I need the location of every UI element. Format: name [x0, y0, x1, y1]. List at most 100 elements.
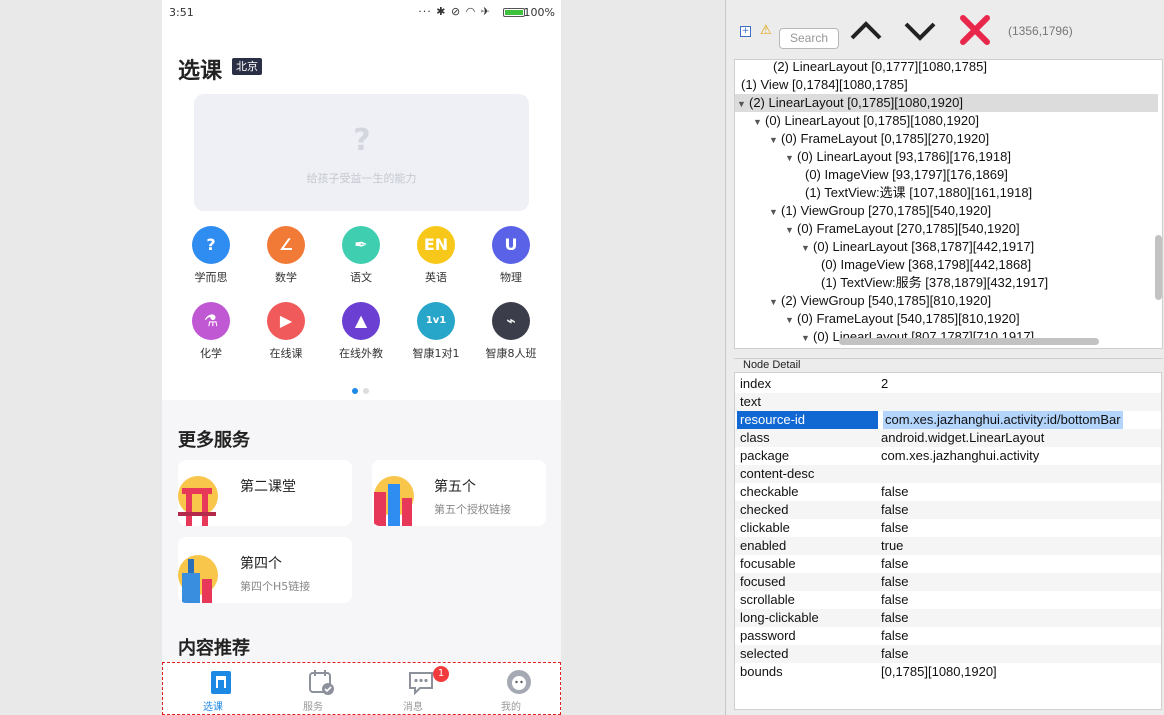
- tree-node-label: (1) TextView:选课 [107,1880][161,1918]: [805, 185, 1033, 200]
- category-item[interactable]: 1v1 智康1对1: [401, 302, 471, 361]
- disclosure-triangle-icon[interactable]: ▼: [801, 239, 813, 257]
- status-icons: ··· ✱ ⊘ ◠ ✈: [418, 5, 491, 18]
- tree-node[interactable]: (1) View [0,1784][1080,1785]: [735, 76, 1158, 94]
- detail-row-long-clickable[interactable]: long-clickable false: [735, 609, 1161, 627]
- service-card-fifth[interactable]: 第五个 第五个授权链接: [372, 460, 546, 526]
- category-label: 在线课: [269, 347, 303, 360]
- detail-row-enabled[interactable]: enabled true: [735, 537, 1161, 555]
- disclosure-triangle-icon[interactable]: ▼: [801, 329, 813, 347]
- panel-divider[interactable]: [725, 0, 726, 715]
- device-screen: 3:51 ··· ✱ ⊘ ◠ ✈ 100% 选课 北京 ? 给孩子受益一生的能力…: [162, 0, 561, 715]
- banner-placeholder[interactable]: ? 给孩子受益一生的能力: [194, 94, 529, 211]
- disclosure-triangle-icon[interactable]: ▼: [769, 293, 781, 311]
- tree-node-label: (1) TextView:服务 [378,1879][432,1917]: [821, 275, 1049, 290]
- detail-row-package[interactable]: package com.xes.jazhanghui.activity: [735, 447, 1161, 465]
- tab-label: 我的: [501, 702, 521, 713]
- tree-node[interactable]: ▼ (0) FrameLayout [270,1785][540,1920]: [735, 220, 1158, 238]
- category-item[interactable]: ∠ 数学: [251, 226, 321, 285]
- tab-course[interactable]: 选课: [173, 663, 253, 714]
- tree-node[interactable]: (2) LinearLayout [0,1777][1080,1785]: [735, 60, 1158, 76]
- disclosure-triangle-icon[interactable]: ▼: [785, 311, 797, 329]
- category-item[interactable]: ✒ 语文: [326, 226, 396, 285]
- tree-node[interactable]: (0) ImageView [368,1798][442,1868]: [735, 256, 1158, 274]
- search-input[interactable]: Search: [779, 28, 839, 49]
- detail-row-password[interactable]: password false: [735, 627, 1161, 645]
- detail-value: false: [881, 520, 909, 535]
- tree-node-label: (0) FrameLayout [270,1785][540,1920]: [797, 221, 1020, 236]
- detail-key: checked: [740, 502, 789, 517]
- tree-node[interactable]: ▼ (0) LinearLayout [368,1787][442,1917]: [735, 238, 1158, 256]
- disclosure-triangle-icon[interactable]: ▼: [769, 203, 781, 221]
- category-item[interactable]: U 物理: [476, 226, 546, 285]
- detail-row-focusable[interactable]: focusable false: [735, 555, 1161, 573]
- tree-node[interactable]: ▼ (0) LinearLayout [0,1785][1080,1920]: [735, 112, 1158, 130]
- tree-node[interactable]: ▼ (0) FrameLayout [540,1785][810,1920]: [735, 310, 1158, 328]
- category-item[interactable]: ▲ 在线外教: [326, 302, 396, 361]
- tree-node[interactable]: ▼ (2) ViewGroup [540,1785][810,1920]: [735, 292, 1158, 310]
- disclosure-triangle-icon[interactable]: ▼: [753, 113, 765, 131]
- tab-label: 消息: [403, 702, 423, 713]
- detail-key: focused: [740, 574, 786, 589]
- category-item[interactable]: ⌁ 智康8人班: [476, 302, 546, 361]
- detail-row-checkable[interactable]: checkable false: [735, 483, 1161, 501]
- tab-message[interactable]: 1 消息: [373, 663, 453, 714]
- chevron-up-icon[interactable]: [849, 16, 883, 46]
- category-item[interactable]: ▶ 在线课: [251, 302, 321, 361]
- tab-service[interactable]: 服务: [273, 663, 353, 714]
- category-label: 化学: [200, 347, 222, 360]
- category-label: 语文: [350, 271, 372, 284]
- protractor-icon: ∠: [267, 226, 305, 264]
- category-item[interactable]: ? 学而思: [176, 226, 246, 285]
- city-selector[interactable]: 北京: [232, 58, 262, 75]
- detail-value: [0,1785][1080,1920]: [881, 664, 997, 679]
- tree-node[interactable]: (1) TextView:服务 [378,1879][432,1917]: [735, 274, 1158, 292]
- tree-scrollbar-horizontal[interactable]: [839, 338, 1099, 345]
- detail-row-focused[interactable]: focused false: [735, 573, 1161, 591]
- hierarchy-tree[interactable]: ▼ (0) LinearLayout [807,1787][710,1917] ▼(…: [734, 59, 1163, 349]
- tree-node[interactable]: ▼ (0) FrameLayout [0,1785][270,1920]: [735, 130, 1158, 148]
- tree-node[interactable]: ▼ (1) ViewGroup [270,1785][540,1920]: [735, 202, 1158, 220]
- detail-key: text: [740, 394, 761, 409]
- detail-row-selected[interactable]: selected false: [735, 645, 1161, 663]
- detail-key: resource-id: [737, 411, 878, 429]
- tree-node[interactable]: (1) TextView:选课 [107,1880][161,1918]: [735, 184, 1158, 202]
- close-icon[interactable]: [959, 14, 991, 46]
- tree-node[interactable]: ▼ (2) LinearLayout [0,1785][1080,1920]: [735, 94, 1158, 112]
- detail-row-index[interactable]: index 2: [735, 375, 1161, 393]
- tab-mine[interactable]: 我的: [471, 663, 551, 714]
- play-screen-icon: ▶: [267, 302, 305, 340]
- detail-row-bounds[interactable]: bounds [0,1785][1080,1920]: [735, 663, 1161, 681]
- detail-key: focusable: [740, 556, 796, 571]
- detail-value: com.xes.jazhanghui.activity: [881, 448, 1040, 463]
- banner-pager-dots: [352, 379, 374, 398]
- tree-node[interactable]: (0) ImageView [93,1797][176,1869]: [735, 166, 1158, 184]
- tree-node[interactable]: ▼ (0) LinearLayout [93,1786][176,1918]: [735, 148, 1158, 166]
- detail-value: 2: [881, 376, 889, 391]
- presentation-icon: ▲: [342, 302, 380, 340]
- en-icon: EN: [417, 226, 455, 264]
- detail-key: content-desc: [740, 466, 815, 481]
- detail-row-resource-id[interactable]: resource-id com.xes.jazhanghui.activity:i…: [735, 411, 1161, 429]
- service-card-second-classroom[interactable]: 第二课堂: [178, 460, 352, 526]
- category-item[interactable]: ⚗ 化学: [176, 302, 246, 361]
- disclosure-triangle-icon[interactable]: ▼: [737, 95, 749, 113]
- detail-row-class[interactable]: class android.widget.LinearLayout: [735, 429, 1161, 447]
- detail-row-checked[interactable]: checked false: [735, 501, 1161, 519]
- disclosure-triangle-icon[interactable]: ▼: [769, 131, 781, 149]
- expand-all-icon[interactable]: +: [740, 26, 751, 37]
- detail-row-content-desc[interactable]: content-desc: [735, 465, 1161, 483]
- detail-row-text[interactable]: text: [735, 393, 1161, 411]
- tree-scrollbar-vertical[interactable]: [1155, 235, 1162, 300]
- category-label: 在线外教: [339, 347, 383, 360]
- chevron-down-icon[interactable]: [903, 16, 937, 46]
- class-board-icon: ⌁: [492, 302, 530, 340]
- detail-row-scrollable[interactable]: scrollable false: [735, 591, 1161, 609]
- category-item[interactable]: EN 英语: [401, 226, 471, 285]
- service-card-fourth[interactable]: 第四个 第四个H5链接: [178, 537, 352, 603]
- disclosure-triangle-icon[interactable]: ▼: [785, 221, 797, 239]
- disclosure-triangle-icon[interactable]: ▼: [785, 149, 797, 167]
- detail-row-clickable[interactable]: clickable false: [735, 519, 1161, 537]
- tree-node-label: (2) LinearLayout [0,1785][1080,1920]: [749, 95, 963, 110]
- warning-icon[interactable]: ⚠: [760, 23, 772, 38]
- building-illustration-icon: [374, 476, 414, 526]
